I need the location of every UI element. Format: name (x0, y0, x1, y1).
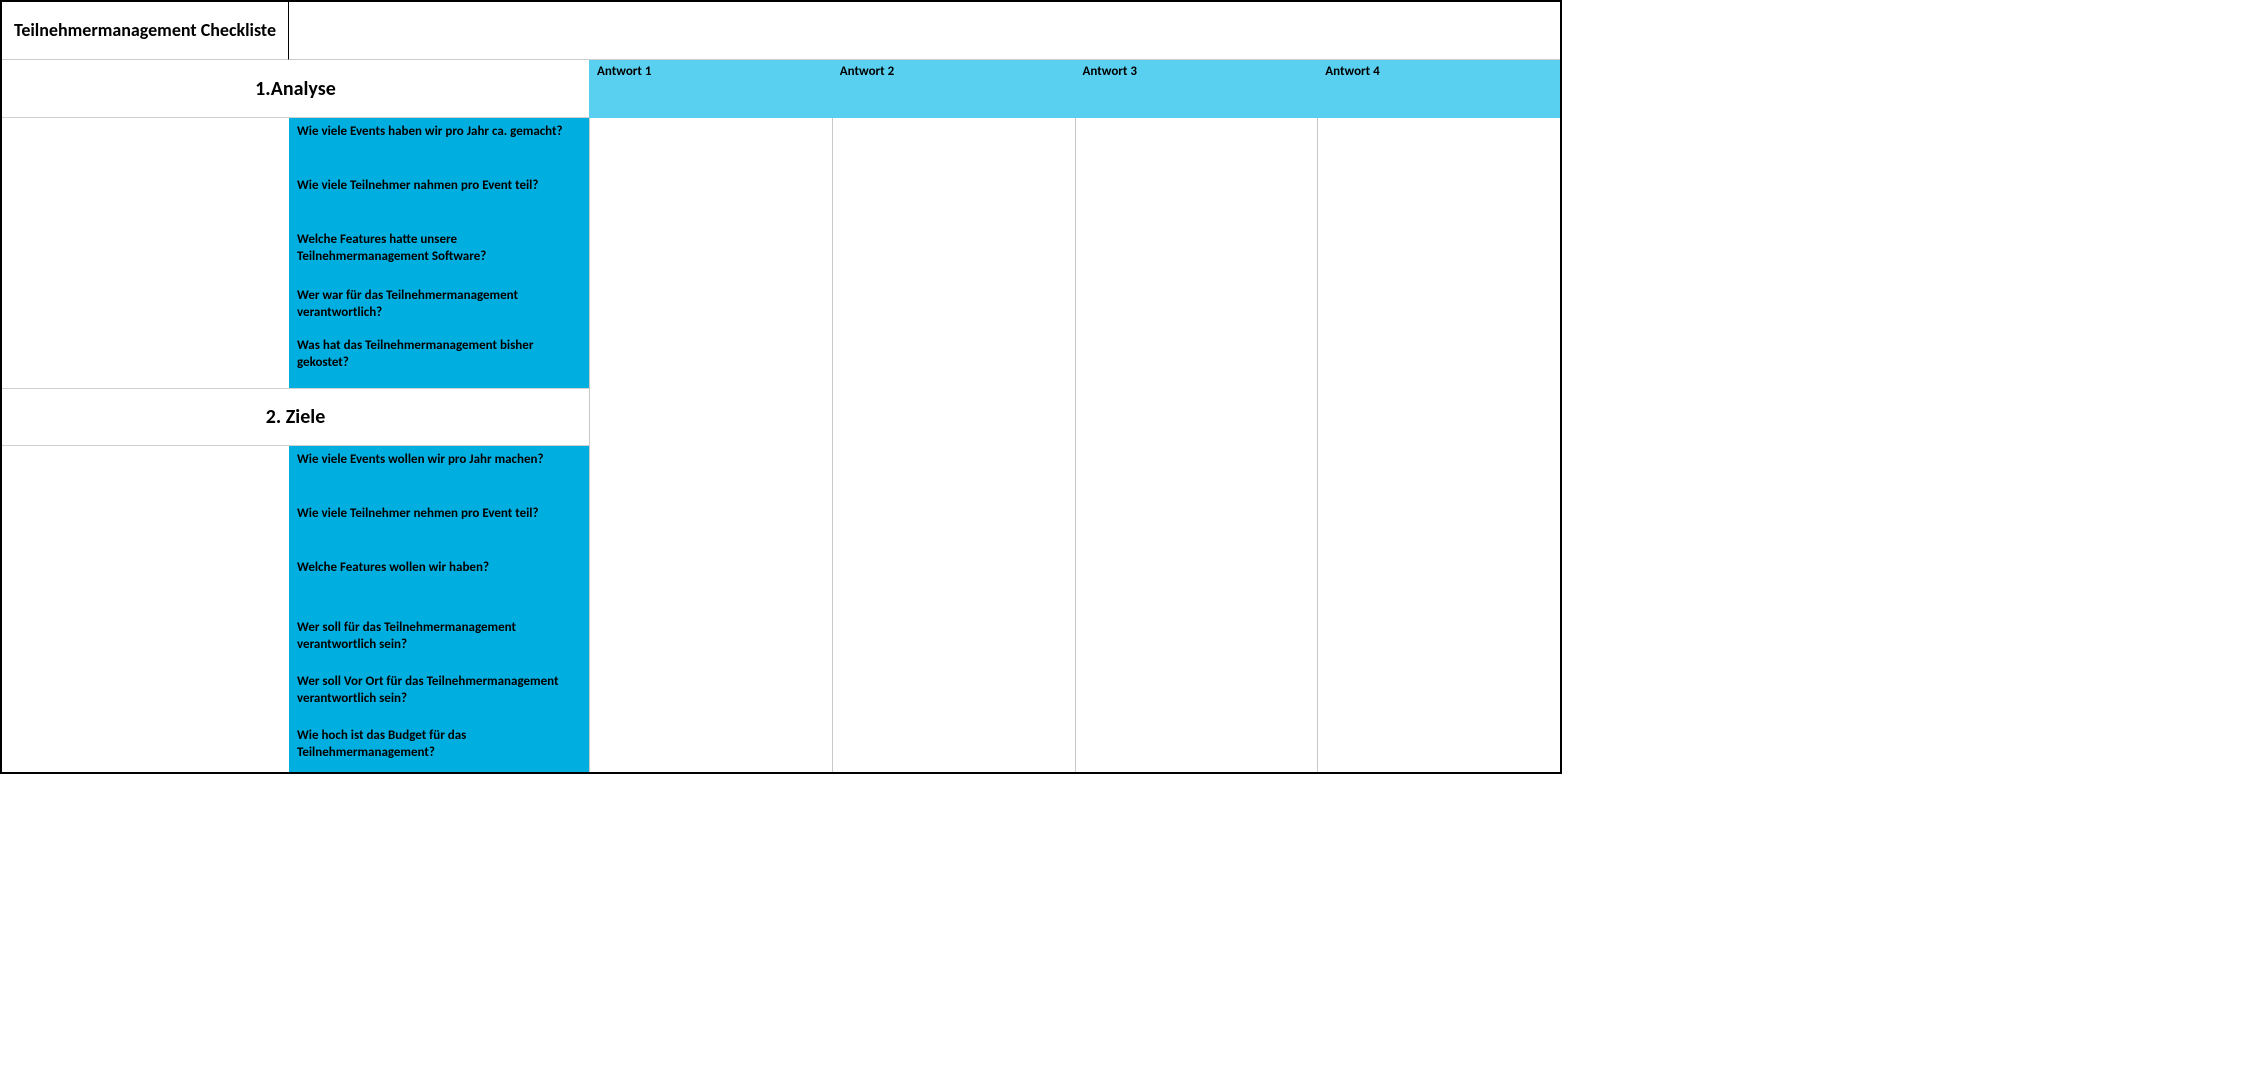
answer-cell-1[interactable] (589, 614, 832, 668)
question-cell: Welche Features wollen wir haben? (289, 554, 589, 614)
answer-cell-4[interactable] (1317, 554, 1560, 614)
answer-cell-2[interactable] (832, 332, 1075, 388)
answer-cell-3[interactable] (1075, 668, 1318, 722)
answer-cell-2[interactable] (832, 500, 1075, 554)
question-cell: Wer soll für das Teilnehmermanagement ve… (289, 614, 589, 668)
question-row: Welche Features wollen wir haben? (2, 554, 1560, 614)
answer-cell-3[interactable] (1075, 722, 1318, 772)
row-blank (2, 614, 289, 668)
answer-cell-3[interactable] (1075, 172, 1318, 226)
question-row: Wie hoch ist das Budget für das Teilnehm… (2, 722, 1560, 772)
answer-cell-2[interactable] (832, 118, 1075, 172)
row-blank (2, 332, 289, 388)
answer-cell-3[interactable] (1075, 500, 1318, 554)
answer-cell-1[interactable] (589, 500, 832, 554)
answer-cell-1[interactable] (589, 118, 832, 172)
question-row: Wie viele Teilnehmer nehmen pro Event te… (2, 500, 1560, 554)
answer-cell-1[interactable] (589, 282, 832, 332)
answer-cell-3[interactable] (1075, 226, 1318, 282)
answer-cell-2[interactable] (832, 614, 1075, 668)
question-cell: Wer soll Vor Ort für das Teilnehmermanag… (289, 668, 589, 722)
answer-cell-3[interactable] (1075, 446, 1318, 500)
section-2-title: 2. Ziele (2, 388, 589, 446)
answer-cell-4[interactable] (1317, 226, 1560, 282)
question-row: Was hat das Teilnehmermanagement bisher … (2, 332, 1560, 388)
answer-cell-3[interactable] (1075, 332, 1318, 388)
answer-cell-4[interactable] (1317, 172, 1560, 226)
answer-cell-1[interactable] (589, 172, 832, 226)
row-blank (2, 282, 289, 332)
answer-cell-3[interactable] (1075, 388, 1318, 446)
answer-cell-4[interactable] (1317, 614, 1560, 668)
row-blank (2, 226, 289, 282)
answer-cell-3[interactable] (1075, 118, 1318, 172)
answer-cell-1[interactable] (589, 668, 832, 722)
question-cell: Welche Features hatte unsere Teilnehmerm… (289, 226, 589, 282)
question-row: Welche Features hatte unsere Teilnehmerm… (2, 226, 1560, 282)
title-blank (289, 2, 1560, 60)
answer-cell-1[interactable] (589, 332, 832, 388)
answer-cell-4[interactable] (1317, 118, 1560, 172)
question-cell: Wie viele Teilnehmer nahmen pro Event te… (289, 172, 589, 226)
answer-header-3: Antwort 3 (1075, 60, 1318, 118)
answer-cell-1[interactable] (589, 554, 832, 614)
row-blank (2, 172, 289, 226)
answer-cell-4[interactable] (1317, 282, 1560, 332)
question-row: Wer soll Vor Ort für das Teilnehmermanag… (2, 668, 1560, 722)
section-1-title: 1.Analyse (2, 60, 589, 118)
checklist-sheet: Teilnehmermanagement Checkliste 1.Analys… (0, 0, 1562, 774)
answer-cell-2[interactable] (832, 446, 1075, 500)
document-title: Teilnehmermanagement Checkliste (2, 2, 289, 60)
answer-cell-4[interactable] (1317, 722, 1560, 772)
section-2-rest (589, 388, 1560, 446)
question-cell: Was hat das Teilnehmermanagement bisher … (289, 332, 589, 388)
answer-cell-1[interactable] (589, 388, 832, 446)
row-blank (2, 118, 289, 172)
question-cell: Wie viele Events haben wir pro Jahr ca. … (289, 118, 589, 172)
answer-header-1: Antwort 1 (589, 60, 832, 118)
question-row: Wie viele Events wollen wir pro Jahr mac… (2, 446, 1560, 500)
question-row: Wer war für das Teilnehmermanagement ver… (2, 282, 1560, 332)
question-cell: Wer war für das Teilnehmermanagement ver… (289, 282, 589, 332)
answer-cell-2[interactable] (832, 282, 1075, 332)
answer-cell-1[interactable] (589, 226, 832, 282)
answer-cell-3[interactable] (1075, 282, 1318, 332)
answer-cell-2[interactable] (832, 226, 1075, 282)
answer-cell-4[interactable] (1317, 500, 1560, 554)
row-blank (2, 722, 289, 772)
answer-cell-4[interactable] (1317, 388, 1560, 446)
question-cell: Wie viele Events wollen wir pro Jahr mac… (289, 446, 589, 500)
question-cell: Wie hoch ist das Budget für das Teilnehm… (289, 722, 589, 772)
answer-cell-2[interactable] (832, 554, 1075, 614)
answer-cell-4[interactable] (1317, 446, 1560, 500)
answer-cell-3[interactable] (1075, 554, 1318, 614)
row-blank (2, 668, 289, 722)
answer-cell-4[interactable] (1317, 332, 1560, 388)
answer-cell-2[interactable] (832, 668, 1075, 722)
answer-cell-3[interactable] (1075, 614, 1318, 668)
answer-cell-4[interactable] (1317, 668, 1560, 722)
question-row: Wie viele Teilnehmer nahmen pro Event te… (2, 172, 1560, 226)
answer-header-2: Antwort 2 (832, 60, 1075, 118)
answer-cell-1[interactable] (589, 722, 832, 772)
question-row: Wie viele Events haben wir pro Jahr ca. … (2, 118, 1560, 172)
title-row: Teilnehmermanagement Checkliste (2, 2, 1560, 60)
answer-cell-2[interactable] (832, 388, 1075, 446)
question-row: Wer soll für das Teilnehmermanagement ve… (2, 614, 1560, 668)
question-cell: Wie viele Teilnehmer nehmen pro Event te… (289, 500, 589, 554)
row-blank (2, 500, 289, 554)
row-blank (2, 554, 289, 614)
section-1-header-row: 1.Analyse Antwort 1 Antwort 2 Antwort 3 … (2, 60, 1560, 118)
section-2-header-row: 2. Ziele (2, 388, 1560, 446)
answer-cell-1[interactable] (589, 446, 832, 500)
answer-cell-2[interactable] (832, 722, 1075, 772)
answer-header-4: Antwort 4 (1317, 60, 1560, 118)
row-blank (2, 446, 289, 500)
answer-cell-2[interactable] (832, 172, 1075, 226)
